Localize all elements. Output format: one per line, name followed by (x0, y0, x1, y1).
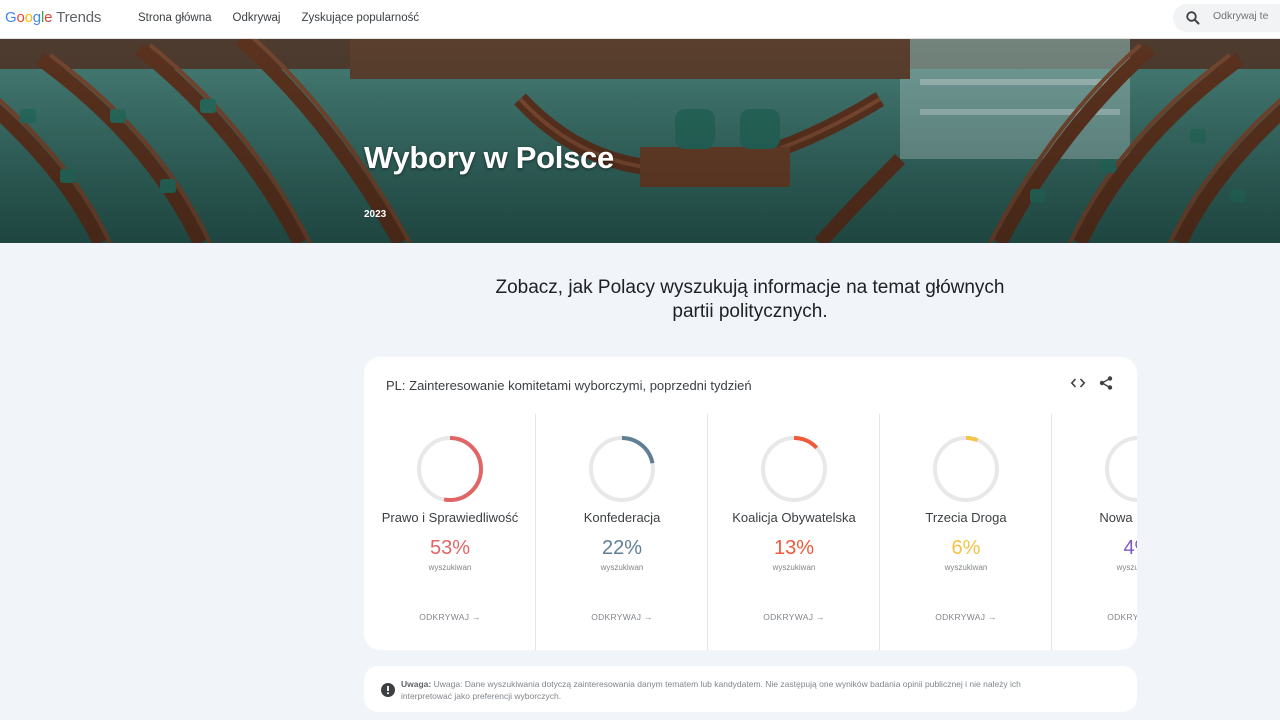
explore-link-label: ODKRYWAJ (419, 612, 470, 622)
donut-chart (933, 436, 999, 502)
parliament-chamber-image (0, 39, 1280, 243)
party-columns: Prawo i Sprawiedliwość 53% wyszukiwan OD… (364, 414, 1137, 650)
explore-link[interactable]: ODKRYWAJ → (708, 612, 880, 622)
hero-banner: Wybory w Polsce 2023 (0, 39, 1280, 243)
party-percent: 53% (429, 537, 471, 559)
explore-link[interactable]: ODKRYWAJ → (880, 612, 1052, 622)
donut-chart (589, 436, 655, 502)
search-box[interactable] (1173, 4, 1280, 32)
disclaimer-text: Uwaga: Uwaga: Dane wyszukiwania dotyczą … (401, 679, 1071, 702)
donut-arc (1105, 436, 1137, 502)
party-name: Prawo i Sprawiedliwość (381, 510, 519, 525)
party-column: Konfederacja 22% wyszukiwan ODKRYWAJ → (535, 414, 708, 650)
party-column: Koalicja Obywatelska 13% wyszukiwan ODKR… (707, 414, 880, 650)
embed-code-icon[interactable] (1070, 375, 1086, 391)
explore-link[interactable]: ODKRYWAJ → (1052, 612, 1137, 622)
warning-icon (381, 683, 395, 697)
arrow-right-icon: → (643, 612, 653, 622)
party-percent: 22% (601, 537, 643, 559)
party-sub: wyszukiwan (600, 563, 644, 572)
party-name: Nowa Lewica (1099, 510, 1137, 525)
arrow-right-icon: → (471, 612, 481, 622)
explore-link-label: ODKRYWAJ (1107, 612, 1137, 622)
disclaimer-body: Uwaga: Dane wyszukiwania dotyczą zainter… (401, 679, 1021, 701)
explore-link[interactable]: ODKRYWAJ → (364, 612, 536, 622)
main-nav: Strona główna Odkrywaj Zyskujące popular… (138, 12, 419, 24)
party-sub: wyszukiwan (1116, 563, 1137, 572)
explore-link-label: ODKRYWAJ (935, 612, 986, 622)
explore-link-label: ODKRYWAJ (591, 612, 642, 622)
logo-product-text: Trends (56, 9, 102, 26)
nav-explore[interactable]: Odkrywaj (233, 12, 281, 24)
party-column: Trzecia Droga 6% wyszukiwan ODKRYWAJ → (879, 414, 1052, 650)
party-sub: wyszukiwan (428, 563, 472, 572)
party-sub: wyszukiwan (772, 563, 816, 572)
logo-google-text: Google (5, 9, 53, 26)
donut-chart (417, 436, 483, 502)
hero-year: 2023 (364, 209, 387, 220)
card-actions (1070, 375, 1114, 391)
party-column: Prawo i Sprawiedliwość 53% wyszukiwan OD… (364, 414, 536, 650)
share-icon[interactable] (1098, 375, 1114, 391)
hero-title: Wybory w Polsce (364, 140, 614, 175)
explore-link-label: ODKRYWAJ (763, 612, 814, 622)
intro-text: Zobacz, jak Polacy wyszukują informacje … (495, 277, 1005, 322)
top-bar: Google Trends Strona główna Odkrywaj Zysk… (0, 0, 1280, 39)
search-icon[interactable] (1185, 10, 1201, 26)
card-title: PL: Zainteresowanie komitetami wyborczym… (386, 378, 752, 393)
donut-track (933, 436, 999, 502)
party-name: Koalicja Obywatelska (732, 510, 856, 525)
interest-card: PL: Zainteresowanie komitetami wyborczym… (364, 357, 1137, 650)
arrow-right-icon: → (987, 612, 997, 622)
party-name: Konfederacja (583, 510, 661, 525)
explore-link[interactable]: ODKRYWAJ → (536, 612, 708, 622)
party-percent: 13% (773, 537, 815, 559)
party-percent: 6% (951, 537, 981, 559)
party-name: Trzecia Droga (925, 510, 1007, 525)
nav-home[interactable]: Strona główna (138, 12, 212, 24)
party-percent: 4% (1123, 537, 1137, 559)
arrow-right-icon: → (815, 612, 825, 622)
nav-trending[interactable]: Zyskujące popularność (301, 12, 419, 24)
donut-chart (1105, 436, 1137, 502)
google-trends-logo[interactable]: Google Trends (5, 9, 101, 26)
donut-track (1105, 436, 1137, 502)
donut-chart (761, 436, 827, 502)
party-column: Nowa Lewica 4% wyszukiwan ODKRYWAJ → (1051, 414, 1137, 650)
disclaimer-note: Uwaga: Uwaga: Dane wyszukiwania dotyczą … (364, 666, 1137, 712)
disclaimer-label: Uwaga: (401, 679, 432, 689)
party-sub: wyszukiwan (944, 563, 988, 572)
search-input[interactable] (1213, 10, 1280, 22)
